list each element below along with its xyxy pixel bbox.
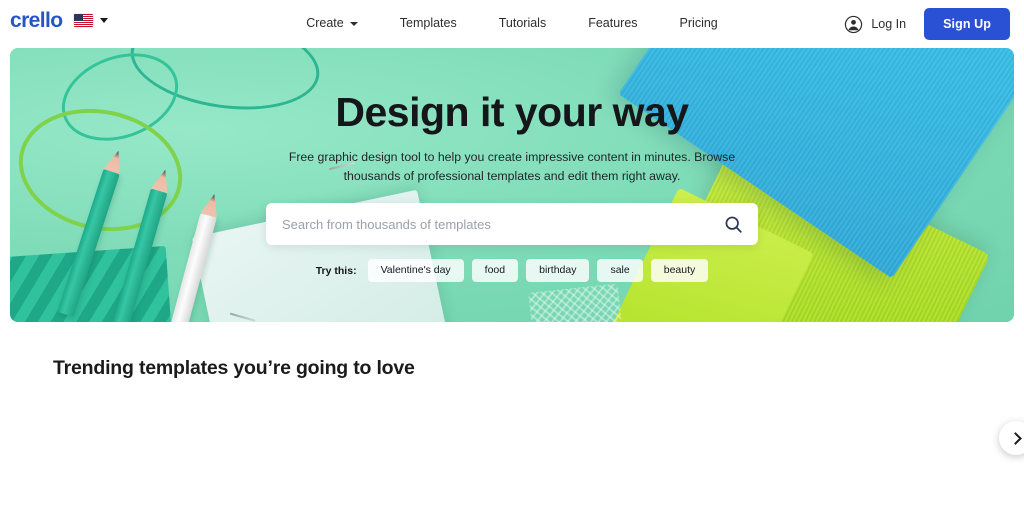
chevron-down-icon — [349, 21, 358, 26]
site-header: crello Create Templates Tutorials Featur… — [0, 0, 1024, 46]
nav-item-label: Pricing — [679, 16, 718, 30]
chevron-right-icon — [1008, 431, 1022, 445]
nav-item-label: Tutorials — [498, 16, 547, 30]
trending-carousel: Saint Valentine's Day Beauty Fashion & S… — [0, 398, 1024, 480]
nav-item-tutorials[interactable]: Tutorials — [478, 16, 567, 30]
search-input[interactable] — [282, 216, 723, 232]
hero-subtitle: Free graphic design tool to help you cre… — [288, 150, 736, 183]
page-root: crello Create Templates Tutorials Featur… — [0, 0, 1024, 511]
chip-valentines-day[interactable]: Valentine's day — [367, 259, 464, 282]
login-label: Log In — [871, 17, 907, 31]
login-button[interactable]: Log In — [844, 15, 906, 34]
carousel-next-button[interactable] — [999, 421, 1024, 455]
chip-birthday[interactable]: birthday — [526, 259, 590, 282]
hero-title: Design it your way — [335, 89, 689, 135]
nav-item-pricing[interactable]: Pricing — [659, 16, 739, 30]
try-this-label: Try this: — [315, 264, 357, 277]
nav-item-features[interactable]: Features — [567, 16, 658, 30]
hero-content: Design it your way Free graphic design t… — [10, 48, 1014, 322]
user-circle-icon — [845, 15, 863, 33]
chip-sale[interactable]: sale — [597, 259, 643, 282]
nav-item-templates[interactable]: Templates — [379, 16, 478, 30]
header-actions: Log In Sign Up — [844, 8, 1010, 40]
trending-section-title: Trending templates you’re going to love — [53, 357, 415, 379]
search-icon[interactable] — [723, 214, 744, 235]
hero-banner: Design it your way Free graphic design t… — [10, 48, 1014, 322]
chip-food[interactable]: food — [471, 259, 519, 282]
nav-item-label: Features — [588, 16, 638, 30]
nav-item-label: Create — [306, 16, 344, 30]
nav-item-label: Templates — [399, 16, 457, 30]
search-box[interactable] — [266, 203, 758, 246]
signup-button[interactable]: Sign Up — [924, 8, 1010, 40]
suggested-searches: Try this: Valentine's day food birthday … — [10, 259, 1014, 282]
chip-beauty[interactable]: beauty — [650, 259, 709, 282]
nav-item-create[interactable]: Create — [285, 16, 379, 30]
hero-search-row — [10, 203, 1014, 246]
